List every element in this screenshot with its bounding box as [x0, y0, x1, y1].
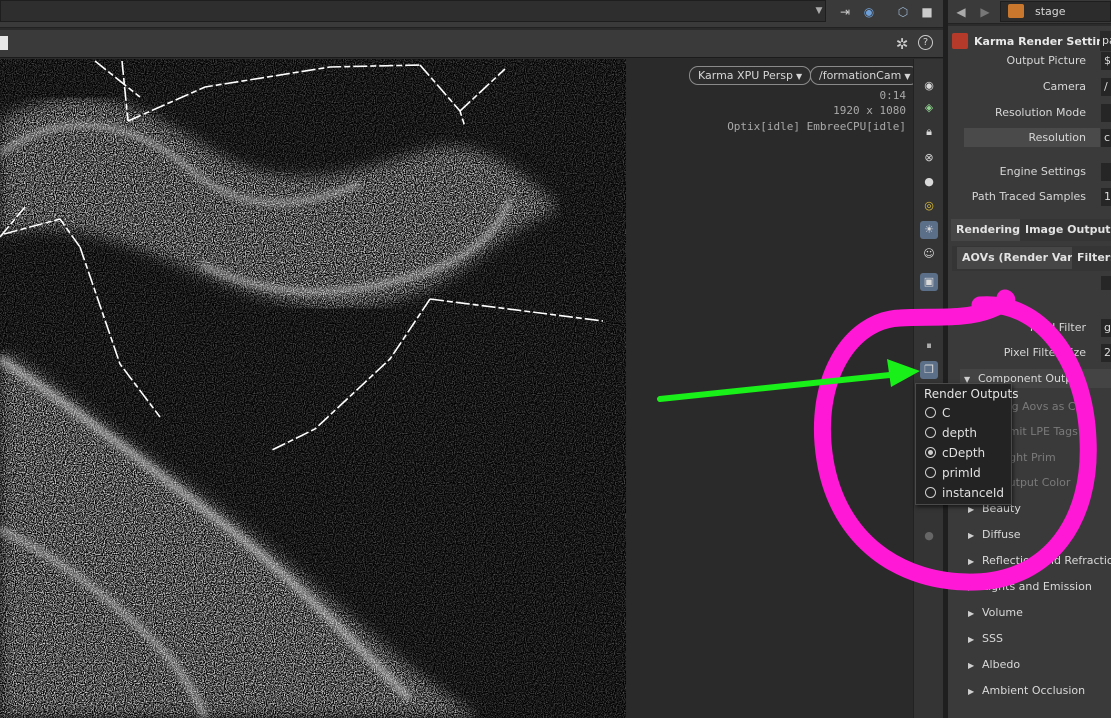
viewer-toolbar: ▼ ⇥ ◉ ⬡ ■ — [0, 0, 943, 28]
tab-image-output[interactable]: Image Output — [1020, 219, 1111, 241]
param-field[interactable]: $ — [1101, 52, 1111, 70]
node-name-field[interactable]: pa — [1100, 31, 1111, 51]
param-label: Engine Settings — [999, 165, 1086, 178]
visibility-icon[interactable]: ◈ — [920, 99, 938, 117]
param-field[interactable] — [1101, 276, 1111, 290]
radio-icon — [925, 487, 936, 498]
param-field[interactable]: 2 — [1101, 344, 1111, 362]
hud-time: 0:14 — [879, 89, 907, 102]
chevron-right-icon: ▶ — [968, 609, 975, 618]
viewport-margin — [626, 59, 913, 718]
section-diffuse[interactable]: ▶ Diffuse — [968, 528, 1021, 541]
chevron-right-icon: ▶ — [968, 583, 975, 592]
param-label: Resolution Mode — [995, 106, 1086, 119]
section-albedo[interactable]: ▶ Albedo — [968, 658, 1020, 671]
back-arrow-icon[interactable]: ◀ — [952, 3, 970, 21]
camera-path-button[interactable]: /formationCam ▼ — [810, 66, 920, 85]
param-label: Path Traced Samples — [971, 190, 1086, 203]
chevron-down-icon[interactable]: ▼ — [812, 4, 826, 18]
pin-icon[interactable]: ⇥ — [836, 3, 854, 21]
camera-icon[interactable]: ◎ — [920, 197, 938, 215]
radio-icon — [925, 427, 936, 438]
sphere-icon[interactable]: ● — [920, 173, 938, 191]
param-field[interactable] — [1101, 104, 1111, 122]
component-row: Tag Aovs as Cut — [1000, 400, 1087, 413]
square-icon[interactable]: ■ — [918, 3, 936, 21]
lock-icon[interactable]: 🔒︎ — [920, 123, 938, 141]
path-field[interactable] — [0, 0, 826, 22]
tab-aovs[interactable]: AOVs (Render Vars) — [957, 247, 1090, 269]
hud-resolution: 1920 x 1080 — [833, 104, 906, 117]
param-field[interactable]: c — [1101, 129, 1111, 147]
node-title: Karma Render Settings — [974, 35, 1111, 48]
radio-selected-icon — [925, 447, 936, 458]
param-field[interactable]: / — [1101, 78, 1111, 96]
forward-arrow-icon[interactable]: ▶ — [976, 3, 994, 21]
chevron-right-icon: ▶ — [968, 557, 975, 566]
pane-menu-icon[interactable] — [0, 36, 8, 50]
param-field[interactable]: g — [1101, 319, 1111, 337]
eye-icon[interactable]: ◉ — [920, 77, 938, 95]
light-icon[interactable]: ☀ — [920, 221, 938, 239]
param-label: Pixel Filter Size — [1003, 346, 1086, 359]
help-icon[interactable]: ? — [918, 35, 933, 50]
karma-node-icon — [952, 33, 968, 49]
param-field[interactable]: 1 — [1101, 188, 1111, 206]
hud-renderer-status: Optix[idle] EmbreeCPU[idle] — [727, 120, 906, 133]
param-field[interactable] — [1101, 163, 1111, 181]
chevron-right-icon: ▶ — [968, 687, 975, 696]
param-label: Pixel Filter — [1029, 321, 1086, 334]
camera-menu-button[interactable]: Karma XPU Persp ▼ — [689, 66, 812, 85]
section-reflection[interactable]: ▶ Reflection and Refraction — [968, 554, 1111, 567]
render-viewport[interactable] — [0, 59, 626, 718]
particle-render — [0, 59, 626, 718]
chevron-right-icon: ▶ — [968, 661, 975, 670]
section-lights[interactable]: ▶ Lights and Emission — [968, 580, 1092, 593]
section-ambient-occlusion[interactable]: ▶ Ambient Occlusion — [968, 684, 1085, 697]
param-label: Output Picture — [1006, 54, 1086, 67]
tab-rendering[interactable]: Rendering — [951, 219, 1025, 241]
radio-icon — [925, 467, 936, 478]
chevron-right-icon: ▶ — [968, 531, 975, 540]
render-output-option[interactable]: instanceId — [925, 486, 1004, 504]
radio-icon — [925, 407, 936, 418]
dot-icon[interactable]: ● — [920, 527, 938, 545]
tab-filters[interactable]: Filters — [1072, 247, 1111, 269]
render-outputs-popup: Render Outputs C depth cDepth primId ins… — [915, 383, 1018, 505]
popup-title: Render Outputs — [924, 387, 1019, 401]
chevron-right-icon: ▶ — [968, 635, 975, 644]
section-volume[interactable]: ▶ Volume — [968, 606, 1023, 619]
gear-icon[interactable]: ✲ — [893, 35, 911, 53]
render-output-option[interactable]: cDepth — [925, 446, 985, 464]
param-label: Resolution — [1028, 131, 1086, 144]
param-label: Camera — [1042, 80, 1086, 93]
render-outputs-icon[interactable]: ❐ — [920, 361, 938, 379]
viewer-header: ✲ ? — [0, 30, 943, 58]
stage-icon — [1008, 4, 1024, 18]
render-region-icon[interactable]: ▣ — [920, 273, 938, 291]
pause-icon[interactable]: ⏸ — [920, 337, 938, 355]
render-output-option[interactable]: depth — [925, 426, 977, 444]
snap-icon[interactable]: ◉ — [860, 3, 878, 21]
render-output-option[interactable]: C — [925, 406, 950, 424]
xray-icon[interactable]: ⊗ — [920, 149, 938, 167]
skeleton-icon[interactable]: ☺ — [920, 245, 938, 263]
cube-icon[interactable]: ⬡ — [894, 3, 912, 21]
chevron-right-icon: ▶ — [968, 505, 975, 514]
render-output-option[interactable]: primId — [925, 466, 981, 484]
section-sss[interactable]: ▶ SSS — [968, 632, 1003, 645]
